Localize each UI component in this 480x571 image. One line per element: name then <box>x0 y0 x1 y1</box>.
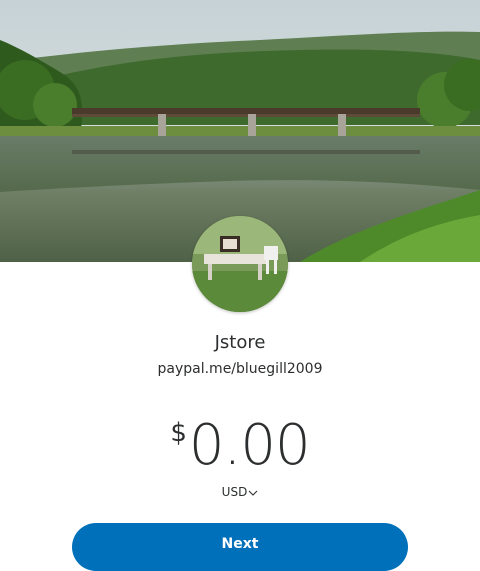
avatar <box>192 216 288 312</box>
currency-symbol: $ <box>170 418 187 448</box>
chevron-down-icon <box>248 486 258 500</box>
currency-selector[interactable]: USD <box>0 485 480 500</box>
paypal-me-link[interactable]: paypal.me/bluegill2009 <box>0 361 480 377</box>
store-name: Jstore <box>214 332 266 353</box>
currency-code: USD <box>221 485 248 499</box>
amount-display[interactable]: $0.00 <box>0 414 480 478</box>
amount-value[interactable]: 0.00 <box>189 413 311 478</box>
next-button[interactable]: Next <box>72 523 408 571</box>
